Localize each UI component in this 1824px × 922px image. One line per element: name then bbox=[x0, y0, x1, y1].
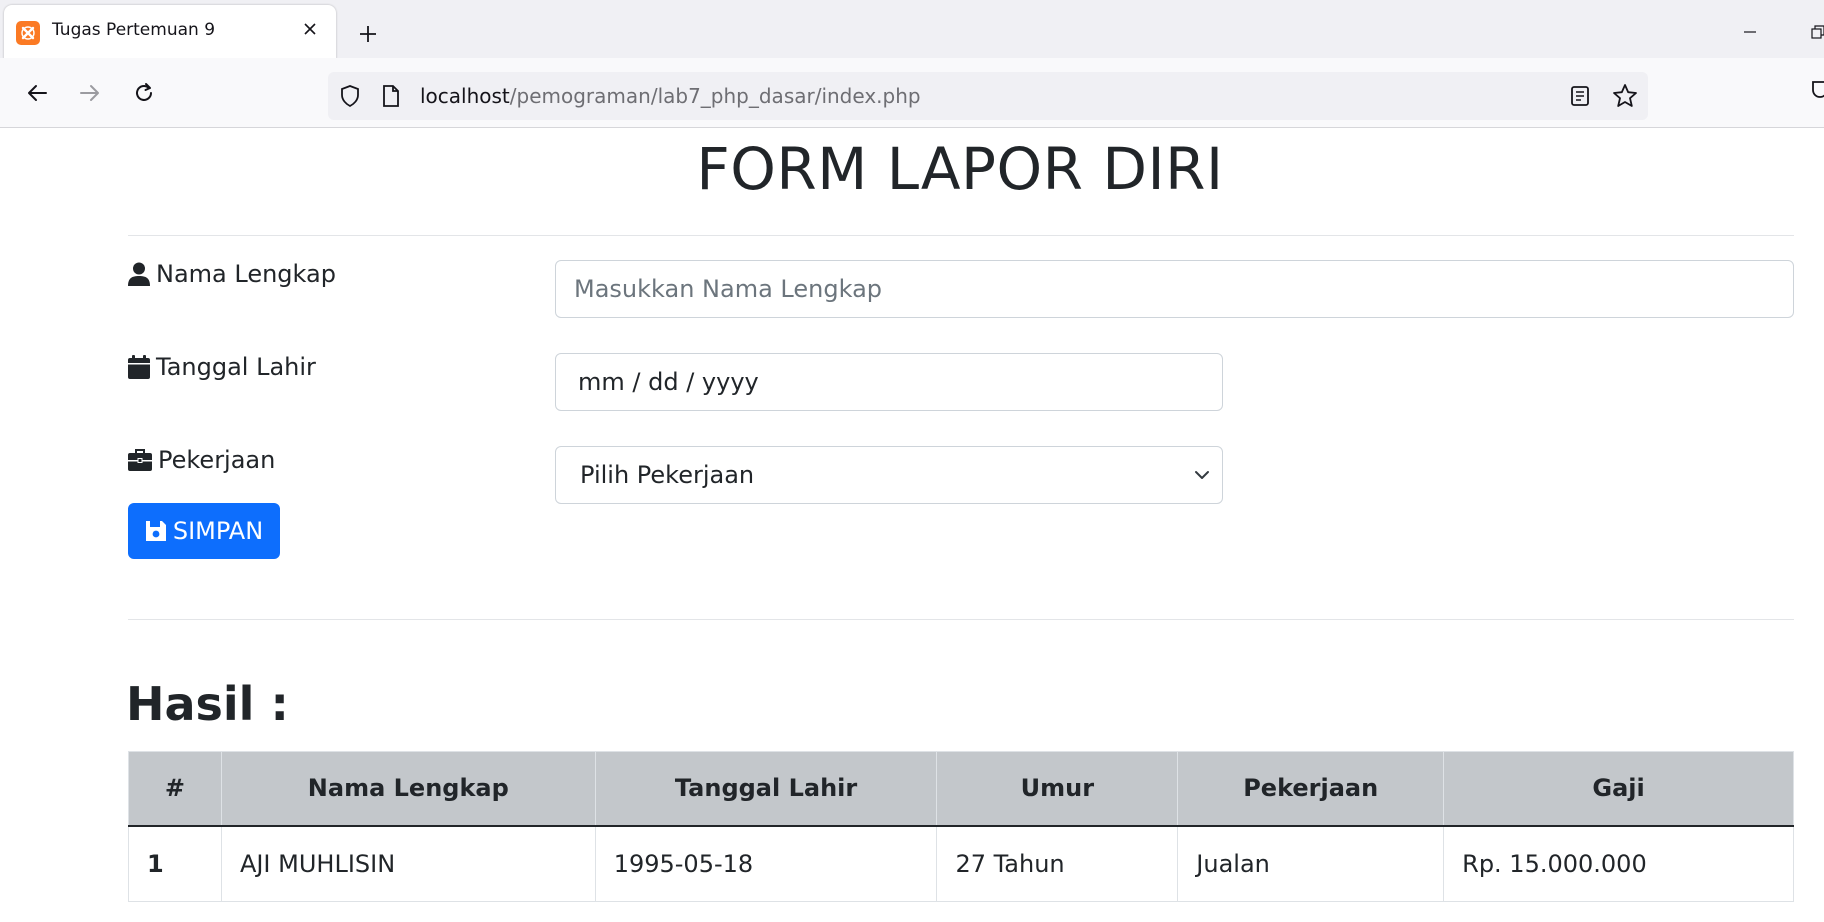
pocket-icon[interactable] bbox=[1810, 78, 1824, 102]
page-content: FORM LAPOR DIRI Nama Lengkap Masukkan Na… bbox=[0, 129, 1824, 922]
pekerjaan-select[interactable]: Pilih Pekerjaan bbox=[555, 446, 1223, 504]
row-number: 1 bbox=[128, 825, 222, 902]
close-tab-icon[interactable] bbox=[298, 17, 322, 41]
nama-lengkap-input[interactable]: Masukkan Nama Lengkap bbox=[555, 260, 1794, 318]
chevron-down-icon bbox=[1195, 471, 1209, 479]
nama-cell: AJI MUHLISIN bbox=[220, 825, 596, 902]
column-header: Gaji bbox=[1443, 751, 1794, 827]
browser-tab[interactable]: Tugas Pertemuan 9 bbox=[4, 5, 336, 59]
pekerjaan-cell: Jualan bbox=[1177, 825, 1445, 902]
result-title: Hasil : bbox=[126, 677, 289, 731]
page-info-icon[interactable] bbox=[380, 84, 402, 108]
url-text[interactable]: localhost/pemograman/lab7_php_dasar/inde… bbox=[420, 84, 921, 108]
address-bar[interactable]: localhost/pemograman/lab7_php_dasar/inde… bbox=[328, 72, 1648, 120]
user-icon bbox=[128, 262, 150, 286]
table-header-row: # Nama Lengkap Tanggal Lahir Umur Pekerj… bbox=[128, 751, 1794, 827]
reader-view-icon[interactable] bbox=[1568, 84, 1592, 108]
nama-label: Nama Lengkap bbox=[128, 260, 336, 288]
page-title: FORM LAPOR DIRI bbox=[696, 135, 1224, 203]
forward-arrow-icon[interactable] bbox=[73, 76, 107, 110]
minimize-icon[interactable] bbox=[1738, 20, 1762, 44]
column-header: Pekerjaan bbox=[1177, 751, 1445, 827]
briefcase-icon bbox=[128, 449, 152, 471]
shield-icon[interactable] bbox=[338, 84, 362, 108]
gaji-cell: Rp. 15.000.000 bbox=[1443, 825, 1794, 902]
restore-icon[interactable] bbox=[1806, 20, 1824, 44]
divider bbox=[128, 619, 1794, 620]
tab-title: Tugas Pertemuan 9 bbox=[52, 20, 216, 40]
column-header: Tanggal Lahir bbox=[594, 751, 938, 827]
bookmark-star-icon[interactable] bbox=[1612, 83, 1638, 109]
calendar-icon bbox=[128, 355, 150, 379]
back-arrow-icon[interactable] bbox=[20, 76, 54, 110]
column-header: # bbox=[128, 751, 222, 827]
new-tab-icon[interactable] bbox=[354, 20, 382, 48]
tab-bar: Tugas Pertemuan 9 bbox=[0, 0, 1824, 59]
tanggal-label: Tanggal Lahir bbox=[128, 353, 316, 381]
column-header: Umur bbox=[936, 751, 1179, 827]
umur-cell: 27 Tahun bbox=[936, 825, 1179, 902]
navigation-bar: localhost/pemograman/lab7_php_dasar/inde… bbox=[0, 58, 1824, 128]
column-header: Nama Lengkap bbox=[220, 751, 596, 827]
result-table: # Nama Lengkap Tanggal Lahir Umur Pekerj… bbox=[128, 751, 1794, 902]
divider bbox=[128, 235, 1794, 236]
simpan-button[interactable]: SIMPAN bbox=[128, 503, 280, 559]
xampp-favicon-icon bbox=[16, 21, 40, 45]
reload-icon[interactable] bbox=[127, 76, 161, 110]
save-icon bbox=[145, 521, 166, 541]
tanggal-lahir-cell: 1995-05-18 bbox=[594, 825, 938, 902]
table-row: 1 AJI MUHLISIN 1995-05-18 27 Tahun Juala… bbox=[128, 825, 1794, 902]
pekerjaan-label: Pekerjaan bbox=[128, 446, 275, 474]
tanggal-lahir-input[interactable]: mm / dd / yyyy bbox=[555, 353, 1223, 411]
